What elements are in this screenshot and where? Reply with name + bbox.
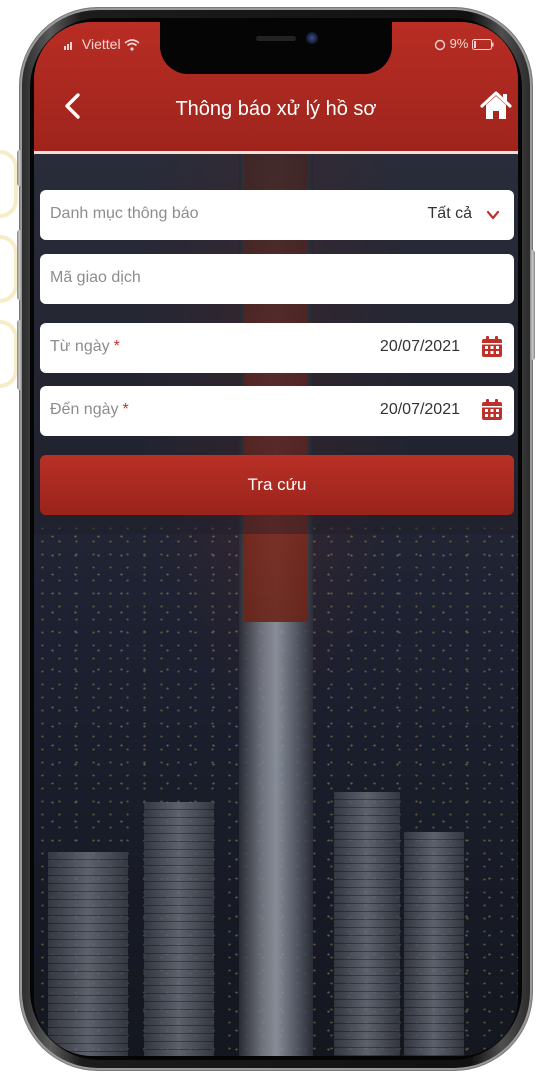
building xyxy=(144,802,214,1056)
speaker-grille xyxy=(256,36,296,41)
status-battery: 9% xyxy=(434,36,494,51)
mute-switch xyxy=(17,150,22,186)
home-button[interactable] xyxy=(478,88,514,124)
front-camera xyxy=(306,32,318,44)
volume-down-button xyxy=(17,320,22,390)
device-notch xyxy=(160,22,392,74)
required-mark: * xyxy=(113,338,120,355)
power-button xyxy=(530,250,535,360)
category-label: Danh mục thông báo xyxy=(50,205,199,222)
from-date-label-text: Từ ngày xyxy=(50,338,110,355)
watermark-mark xyxy=(0,320,18,388)
from-date-label: Từ ngày * xyxy=(50,338,120,356)
required-mark: * xyxy=(122,401,129,418)
from-date-value: 20/07/2021 xyxy=(379,338,460,355)
header-divider xyxy=(34,151,518,154)
to-date-value: 20/07/2021 xyxy=(379,401,460,418)
to-date-label: Đến ngày * xyxy=(50,401,129,419)
watermark-mark xyxy=(0,235,18,303)
chevron-down-icon xyxy=(486,210,500,220)
watermark-mark xyxy=(0,150,18,218)
to-date-label-text: Đến ngày xyxy=(50,401,119,418)
building xyxy=(404,832,464,1056)
category-value: Tất cả xyxy=(427,205,472,222)
calendar-icon[interactable] xyxy=(480,335,504,359)
wifi-icon xyxy=(124,39,140,51)
transaction-code-field[interactable] xyxy=(40,254,514,304)
category-select[interactable]: Danh mục thông báo Tất cả xyxy=(40,190,514,240)
transaction-code-input[interactable] xyxy=(50,269,430,287)
chevron-left-icon xyxy=(65,93,80,119)
signal-icon xyxy=(64,42,72,51)
battery-label: 9% xyxy=(449,36,469,51)
page-title: Thông báo xử lý hồ sơ xyxy=(175,98,377,120)
search-button[interactable]: Tra cứu xyxy=(40,455,514,515)
battery-icon xyxy=(472,39,494,51)
stage: Viettel 9% Thông báo xử lý hồ sơ Danh mụ… xyxy=(0,0,552,1079)
orientation-lock-icon xyxy=(434,39,446,50)
to-date-field[interactable]: Đến ngày * 20/07/2021 xyxy=(40,386,514,436)
back-button[interactable] xyxy=(52,86,92,126)
phone-screen: Viettel 9% Thông báo xử lý hồ sơ Danh mụ… xyxy=(34,22,518,1056)
from-date-field[interactable]: Từ ngày * 20/07/2021 xyxy=(40,323,514,373)
carrier-label: Viettel xyxy=(81,36,121,52)
home-icon xyxy=(480,91,512,119)
calendar-icon[interactable] xyxy=(480,398,504,422)
volume-up-button xyxy=(17,230,22,300)
status-carrier: Viettel xyxy=(64,36,140,52)
app-header: Viettel 9% Thông báo xử lý hồ sơ xyxy=(34,22,518,154)
building xyxy=(334,792,400,1056)
building xyxy=(48,852,128,1056)
